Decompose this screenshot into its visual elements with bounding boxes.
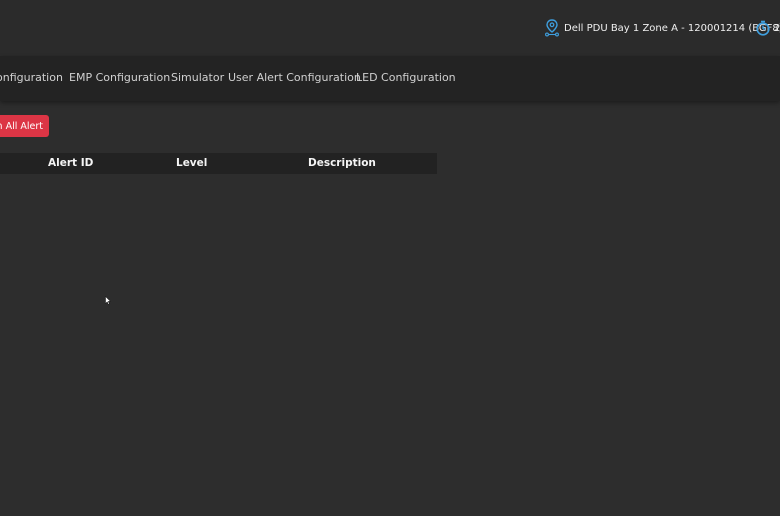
nav-item-led-configuration[interactable]: LED Configuration bbox=[356, 71, 456, 84]
alert-table-header: Alert ID Level Description bbox=[0, 153, 437, 174]
location-pin-icon bbox=[545, 19, 559, 37]
device-label: Dell PDU Bay 1 Zone A - 120001214 (BGF8) bbox=[564, 22, 780, 34]
column-header-alert-id[interactable]: Alert ID bbox=[48, 157, 93, 169]
clock-icon bbox=[756, 20, 770, 36]
main-nav: onfiguration EMP Configuration Simulator… bbox=[0, 56, 780, 101]
mouse-cursor-icon bbox=[105, 296, 111, 305]
clock-text: 20 bbox=[774, 22, 780, 34]
column-header-description[interactable]: Description bbox=[308, 157, 376, 169]
alert-table-body bbox=[0, 174, 437, 514]
top-header: Dell PDU Bay 1 Zone A - 120001214 (BGF8)… bbox=[0, 0, 780, 56]
clock-display[interactable]: 20 bbox=[755, 18, 780, 38]
nav-item-emp-configuration[interactable]: EMP Configuration bbox=[69, 71, 170, 84]
nav-item-user-alert-configuration[interactable]: User Alert Configuration bbox=[228, 71, 361, 84]
nav-item-configuration[interactable]: onfiguration bbox=[0, 71, 63, 84]
page: Dell PDU Bay 1 Zone A - 120001214 (BGF8)… bbox=[0, 0, 780, 516]
device-selector[interactable]: Dell PDU Bay 1 Zone A - 120001214 (BGF8) bbox=[544, 18, 780, 38]
nav-item-simulator[interactable]: Simulator bbox=[171, 71, 224, 84]
alert-action-button[interactable]: h All Alert bbox=[0, 115, 49, 137]
column-header-level[interactable]: Level bbox=[176, 157, 207, 169]
